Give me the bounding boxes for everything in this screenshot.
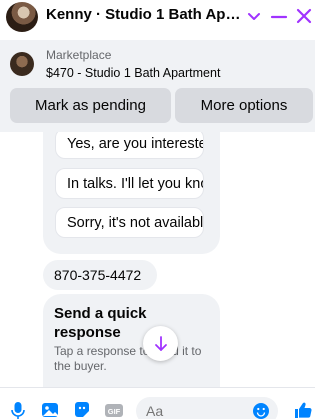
message-bubble[interactable]: 870-375-4472 (43, 260, 157, 290)
close-icon[interactable] (295, 6, 313, 26)
marketplace-label: Marketplace (46, 48, 112, 62)
scroll-to-bottom-button[interactable] (143, 326, 178, 361)
message-list[interactable]: Yes, are you interested? In talks. I'll … (0, 132, 315, 387)
svg-text:GIF: GIF (108, 407, 121, 416)
emoji-icon[interactable] (252, 402, 270, 419)
quick-reply-option[interactable]: In talks. I'll let you know. (55, 168, 204, 199)
quick-reply-option[interactable]: Yes, are you interested? (55, 132, 204, 159)
microphone-icon[interactable] (8, 400, 28, 419)
gif-icon[interactable]: GIF (104, 400, 124, 419)
quick-response-subtitle: Tap a response to send it to the buyer. (54, 344, 202, 373)
composer-bar: GIF (0, 387, 315, 419)
more-options-button[interactable]: More options (175, 88, 313, 123)
mark-as-pending-button[interactable]: Mark as pending (10, 88, 171, 123)
listing-title[interactable]: $470 - Studio 1 Bath Apartment (46, 66, 220, 80)
thumbs-up-icon[interactable] (293, 400, 313, 419)
chevron-down-icon[interactable] (246, 6, 262, 26)
listing-thumbnail[interactable] (10, 52, 34, 76)
photo-icon[interactable] (40, 400, 60, 419)
conversation-title[interactable]: Kenny · Studio 1 Bath Apartment (46, 6, 246, 23)
minimize-icon[interactable] (270, 8, 288, 26)
avatar[interactable] (6, 2, 38, 32)
quick-reply-option[interactable]: Sorry, it's not available. (55, 207, 204, 238)
chat-header: Kenny · Studio 1 Bath Apartment (0, 0, 315, 34)
arrow-down-icon (154, 335, 167, 351)
marketplace-panel: Marketplace $470 - Studio 1 Bath Apartme… (0, 40, 315, 132)
sticker-icon[interactable] (72, 400, 92, 419)
